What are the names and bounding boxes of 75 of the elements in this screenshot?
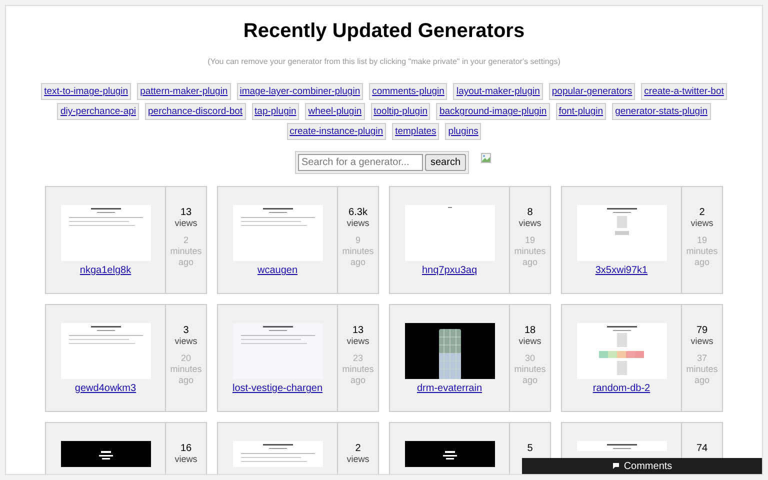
generator-card[interactable]: gewd4owkm3 3 views 20 minutes ago [45, 304, 207, 412]
generator-card[interactable]: 5 [389, 422, 551, 474]
tag-link[interactable]: layout-maker-plugin [453, 83, 543, 100]
tag-link[interactable]: diy-perchance-api [57, 103, 139, 120]
tag-link[interactable]: perchance-discord-bot [145, 103, 246, 120]
view-count: 6.3k [348, 207, 368, 218]
generator-card[interactable]: hnq7pxu3aq 8 views 19 minutes ago [389, 186, 551, 294]
updated-time: 9 minutes ago [342, 235, 374, 268]
view-count: 2 [699, 207, 705, 218]
generator-link[interactable]: wcaugen [257, 263, 298, 278]
view-count: 5 [527, 443, 533, 454]
generator-card[interactable]: drm-evaterrain 18 views 30 minutes ago [389, 304, 551, 412]
tag-link[interactable]: tap-plugin [252, 103, 300, 120]
tag-link[interactable]: background-image-plugin [436, 103, 550, 120]
tag-link[interactable]: wheel-plugin [305, 103, 365, 120]
tag-link[interactable]: image-layer-combiner-plugin [236, 83, 364, 100]
view-count: 2 [355, 443, 361, 454]
generator-link[interactable]: gewd4owkm3 [74, 381, 136, 396]
updated-time: 20 minutes ago [170, 353, 202, 386]
note-text: (You can remove your generator from this list by clicking "make private" in your generator's settings) [208, 56, 560, 68]
comments-label: Comments [624, 460, 672, 474]
views-label: views [174, 454, 198, 465]
generator-link[interactable]: 3x5xwi97k1 [595, 263, 648, 278]
views-label: views [346, 454, 370, 465]
updated-time: 2 minutes ago [170, 235, 202, 268]
search-button[interactable]: search [425, 154, 466, 171]
tag-link[interactable]: create-a-twitter-bot [641, 83, 727, 100]
updated-time: 19 minutes ago [514, 235, 546, 268]
generator-card[interactable]: lost-vestige-chargen 13 views 23 minutes ago [217, 304, 379, 412]
view-count: 18 [524, 325, 536, 336]
tag-link[interactable]: generator-stats-plugin [612, 103, 710, 120]
generator-card[interactable]: wcaugen 6.3k views 9 minutes ago [217, 186, 379, 294]
generator-card[interactable]: 16 views [45, 422, 207, 474]
view-count: 13 [180, 207, 192, 218]
tag-link[interactable]: plugins [445, 123, 482, 140]
view-count: 16 [180, 443, 192, 454]
search-field[interactable]: Search for a generator... [298, 154, 424, 171]
tag-link[interactable]: tooltip-plugin [370, 103, 430, 120]
tag-link[interactable]: popular-generators [548, 83, 636, 100]
updated-time: 19 minutes ago [686, 235, 718, 268]
generator-link[interactable]: drm-evaterrain [416, 381, 482, 396]
tag-link[interactable]: comments-plugin [369, 83, 448, 100]
views-label: views [346, 218, 370, 229]
tag-link[interactable]: templates [392, 123, 440, 140]
comment-icon [612, 462, 620, 470]
tag-link[interactable]: create-instance-plugin [286, 123, 386, 140]
views-label: views [518, 336, 542, 347]
view-count: 79 [696, 325, 708, 336]
generator-card[interactable]: nkga1elg8k 13 views 2 minutes ago [45, 186, 207, 294]
view-count: 3 [183, 325, 189, 336]
updated-time: 37 minutes ago [686, 353, 718, 386]
view-count: 13 [352, 325, 364, 336]
generator-card[interactable]: 2 views [217, 422, 379, 474]
tag-link[interactable]: font-plugin [556, 103, 606, 120]
views-label: views [690, 336, 714, 347]
views-label: views [518, 218, 542, 229]
updated-time: 23 minutes ago [342, 353, 374, 386]
updated-time: 30 minutes ago [514, 353, 546, 386]
generator-link[interactable]: lost-vestige-chargen [232, 381, 323, 396]
generator-link[interactable]: hnq7pxu3aq [422, 263, 478, 278]
page-title: Recently Updated Generators [243, 19, 525, 44]
broken-image-icon [480, 153, 490, 163]
views-label: views [690, 218, 714, 229]
generator-link[interactable]: random-db-2 [592, 381, 650, 396]
generator-card[interactable]: random-db-2 79 views 37 minutes ago [561, 304, 723, 412]
tag-link[interactable]: pattern-maker-plugin [137, 83, 231, 100]
view-count: 74 [696, 443, 708, 454]
generator-link[interactable]: nkga1elg8k [80, 263, 132, 278]
views-label: views [174, 218, 198, 229]
tag-link[interactable]: text-to-image-plugin [41, 83, 132, 100]
view-count: 8 [527, 207, 533, 218]
comments-toast[interactable]: Comments [522, 458, 762, 474]
generator-card[interactable]: 3x5xwi97k1 2 views 19 minutes ago [561, 186, 723, 294]
views-label: views [346, 336, 370, 347]
views-label: views [174, 336, 198, 347]
